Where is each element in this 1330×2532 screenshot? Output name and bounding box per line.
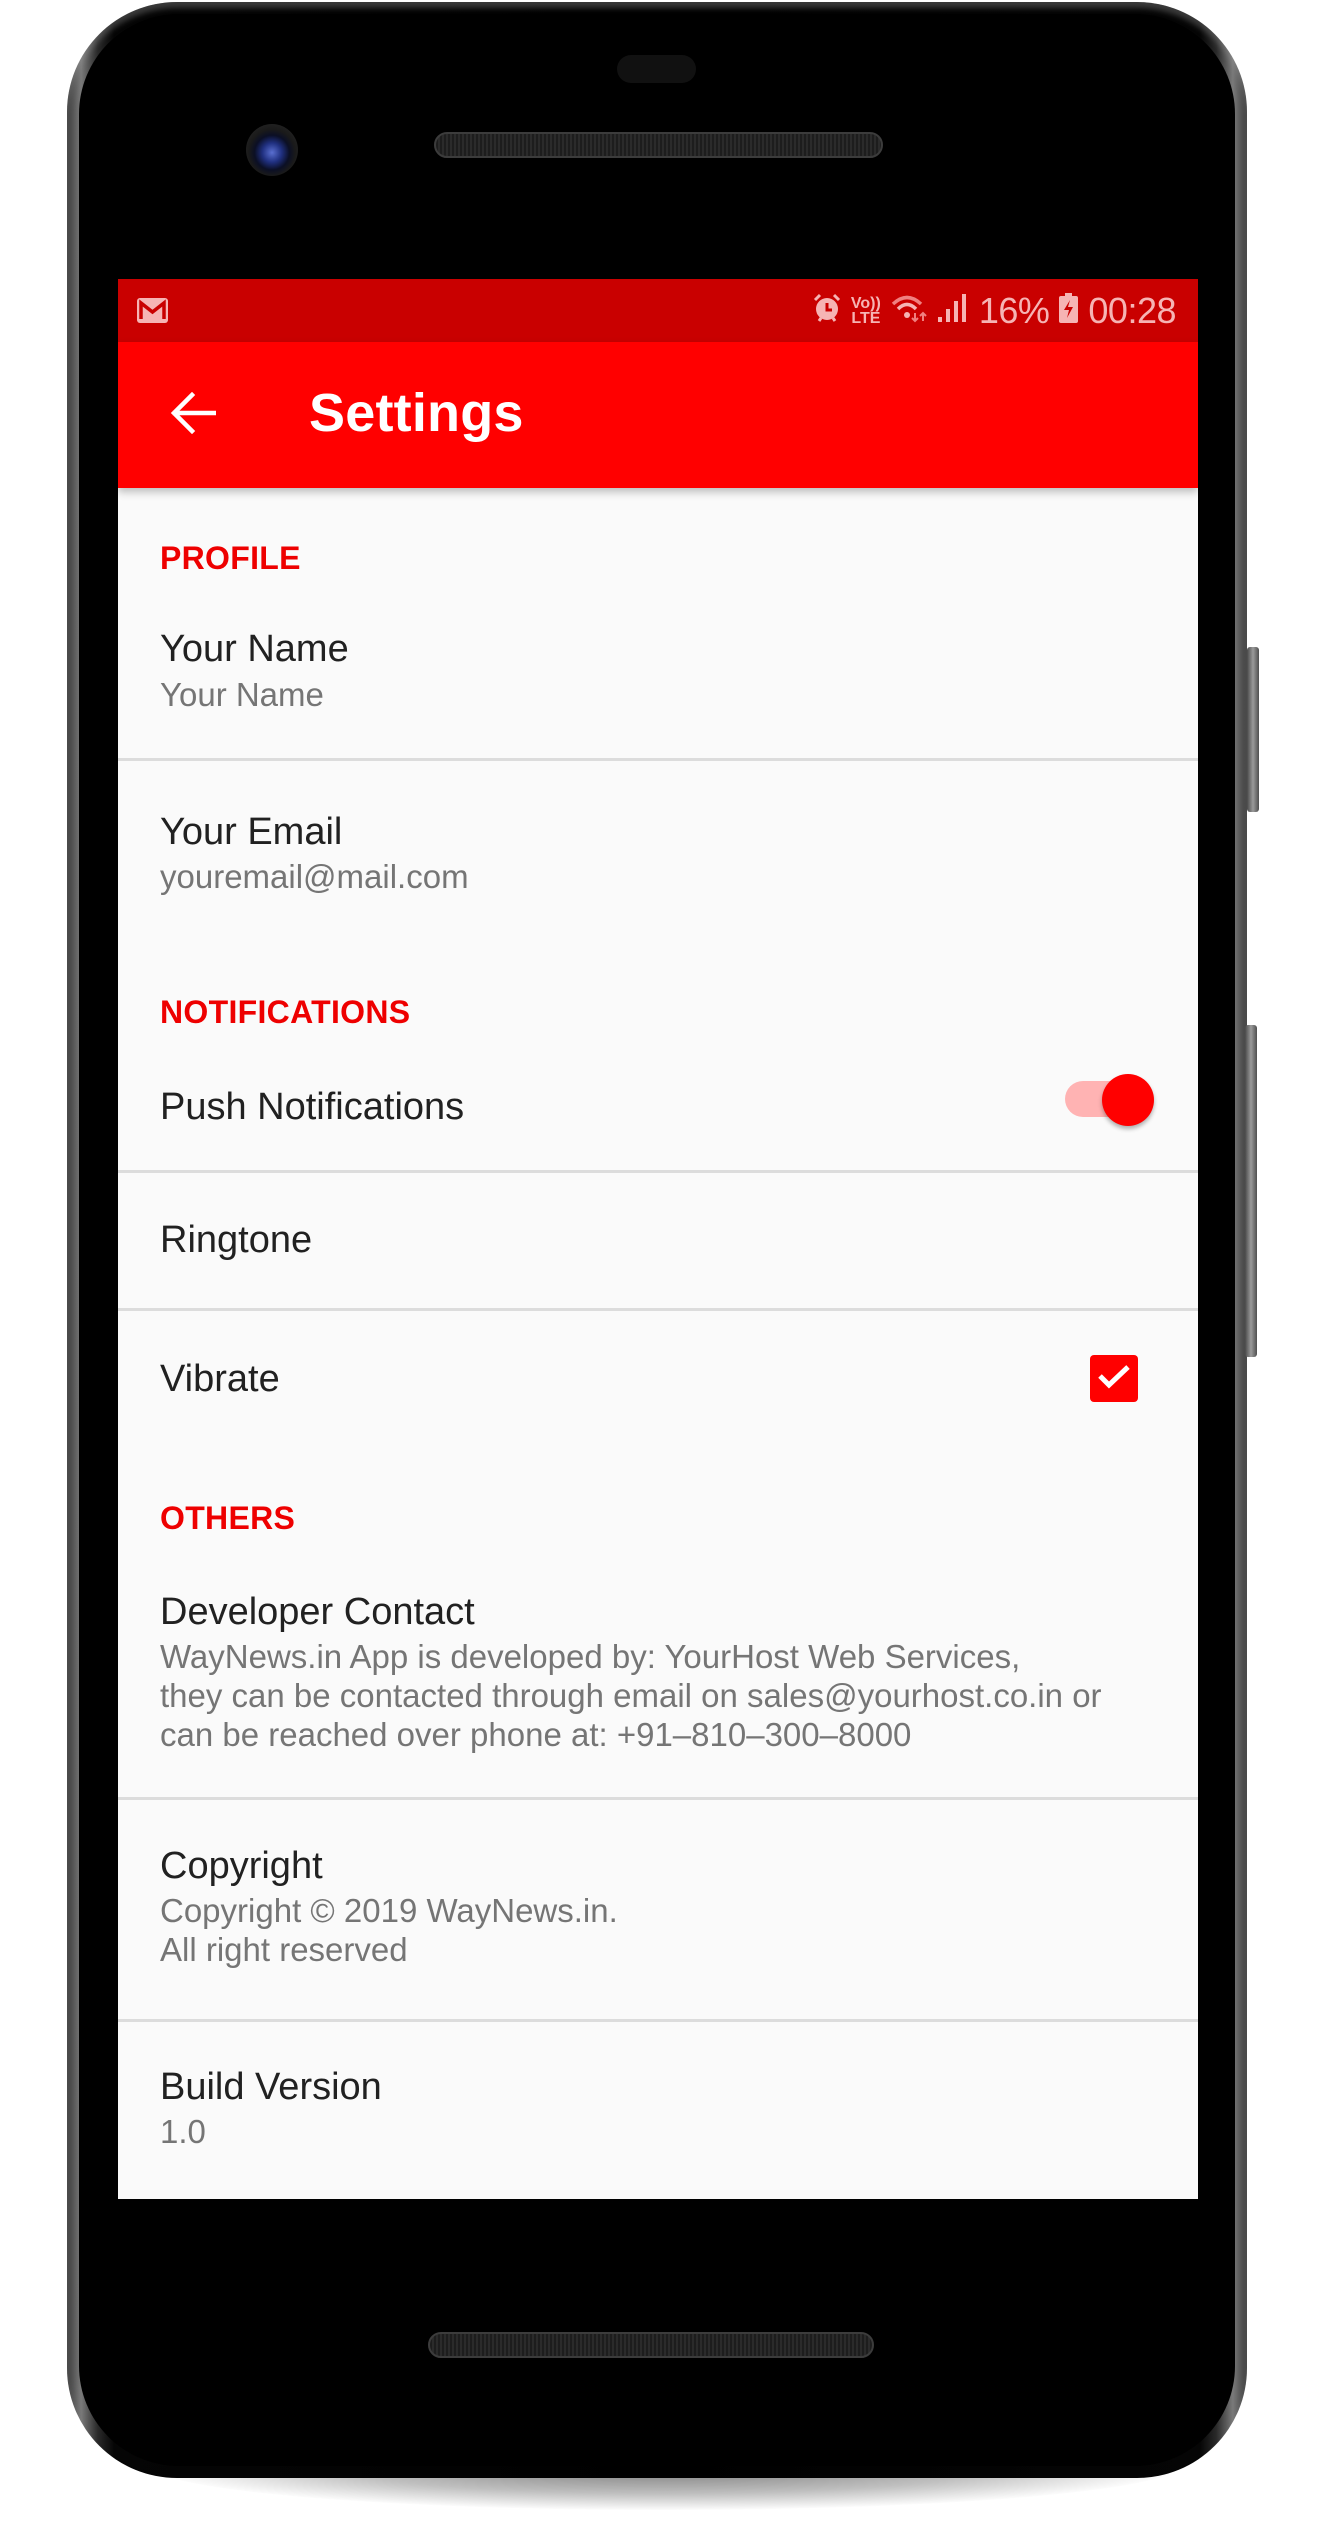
pref-title: Your Email: [160, 811, 343, 853]
pref-title: Build Version: [160, 2066, 382, 2108]
pref-developer-contact[interactable]: Developer Contact WayNews.in App is deve…: [118, 1548, 1198, 1798]
wifi-icon: [891, 293, 927, 328]
gmail-icon: [137, 298, 168, 323]
status-bar: Vo)) LTE 16% 00:28: [118, 279, 1198, 342]
category-header-others: OTHERS: [160, 1500, 296, 1536]
pref-title: Your Name: [160, 628, 349, 670]
earpiece-speaker: [434, 132, 883, 158]
switch-thumb: [1102, 1074, 1154, 1126]
pref-summary: Your Name: [160, 676, 324, 713]
screen: Vo)) LTE 16% 00:28 Settings PROFILE Your…: [118, 279, 1198, 2199]
pref-your-name[interactable]: Your Name Your Name: [118, 583, 1198, 758]
pref-summary: 1.0: [160, 2113, 206, 2150]
pref-title: Vibrate: [160, 1358, 280, 1400]
back-button[interactable]: [158, 380, 228, 450]
page-title: Settings: [309, 383, 524, 443]
pref-ringtone[interactable]: Ringtone: [118, 1173, 1198, 1308]
pref-your-email[interactable]: Your Email youremail@mail.com: [118, 761, 1198, 936]
pref-copyright[interactable]: Copyright Copyright © 2019 WayNews.in. A…: [118, 1800, 1198, 2019]
volume-button: [1245, 1025, 1257, 1357]
category-header-notifications: NOTIFICATIONS: [160, 994, 411, 1030]
push-notifications-toggle[interactable]: [1065, 1069, 1154, 1127]
clock: 00:28: [1088, 289, 1176, 331]
alarm-icon: [813, 293, 841, 328]
pref-title: Ringtone: [160, 1219, 313, 1261]
checkmark-icon: [1096, 1361, 1132, 1396]
pref-build-version[interactable]: Build Version 1.0: [118, 2022, 1198, 2199]
pref-summary: Copyright © 2019 WayNews.in. All right r…: [160, 1892, 618, 1968]
category-header-profile: PROFILE: [160, 540, 301, 576]
pref-vibrate[interactable]: Vibrate: [118, 1311, 1198, 1446]
pref-title: Push Notifications: [160, 1086, 465, 1128]
front-camera: [246, 124, 298, 176]
battery-charging-icon: [1059, 293, 1079, 328]
status-icons: Vo)) LTE 16% 00:28: [813, 279, 1176, 342]
vibrate-checkbox[interactable]: [1090, 1355, 1138, 1402]
signal-icon: [937, 293, 969, 328]
app-bar: Settings: [118, 342, 1198, 488]
pref-title: Developer Contact: [160, 1591, 475, 1633]
pref-push-notifications[interactable]: Push Notifications: [118, 1043, 1198, 1170]
pref-summary: youremail@mail.com: [160, 858, 469, 895]
bottom-speaker: [428, 2332, 874, 2358]
volte-icon: Vo)) LTE: [850, 294, 881, 327]
battery-percent: 16%: [978, 289, 1050, 331]
pref-title: Copyright: [160, 1845, 323, 1887]
proximity-sensor: [617, 55, 696, 83]
pref-summary: WayNews.in App is developed by: YourHost…: [160, 1638, 1102, 1753]
arrow-left-icon: [170, 391, 217, 439]
power-button: [1247, 647, 1259, 812]
